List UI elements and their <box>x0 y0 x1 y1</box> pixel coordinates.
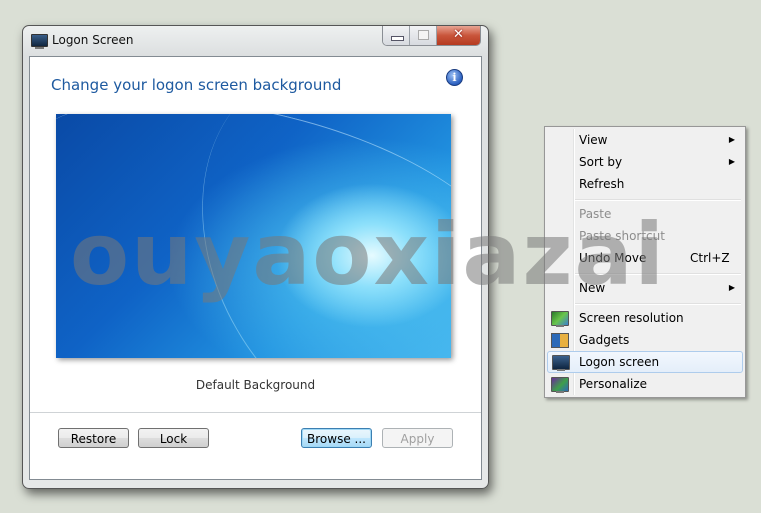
logon-screen-icon <box>552 355 570 371</box>
maximize-icon <box>418 30 429 40</box>
menu-item-label: Logon screen <box>579 355 660 369</box>
menu-item-label: Sort by <box>579 155 623 169</box>
monitor-icon <box>31 34 48 49</box>
menu-item-view[interactable]: View ▶ <box>547 129 743 151</box>
background-preview <box>56 114 451 358</box>
menu-item-label: New <box>579 281 606 295</box>
menu-item-paste[interactable]: Paste <box>547 203 743 225</box>
gadgets-icon <box>551 333 569 348</box>
menu-separator <box>575 273 741 275</box>
menu-item-label: Refresh <box>579 177 625 191</box>
apply-button[interactable]: Apply <box>382 428 453 448</box>
menu-item-screen-resolution[interactable]: Screen resolution <box>547 307 743 329</box>
close-icon: ✕ <box>453 27 464 42</box>
submenu-arrow-icon: ▶ <box>728 283 735 292</box>
maximize-button[interactable] <box>410 26 437 45</box>
desktop-context-menu: View ▶ Sort by ▶ Refresh Paste Paste sho… <box>544 126 746 398</box>
dialog-content: Change your logon screen background i De… <box>29 56 482 480</box>
submenu-arrow-icon: ▶ <box>728 157 735 166</box>
close-button[interactable]: ✕ <box>437 26 480 45</box>
menu-item-refresh[interactable]: Refresh <box>547 173 743 195</box>
menu-item-shortcut: Ctrl+Z <box>690 251 730 265</box>
menu-item-label: Screen resolution <box>579 311 684 325</box>
menu-item-label: Paste shortcut <box>579 229 665 243</box>
submenu-arrow-icon: ▶ <box>728 135 735 144</box>
screen-resolution-icon <box>551 311 569 327</box>
page-title: Change your logon screen background <box>51 76 342 94</box>
menu-item-label: Gadgets <box>579 333 630 347</box>
lock-button[interactable]: Lock <box>138 428 209 448</box>
menu-item-label: Personalize <box>579 377 648 391</box>
menu-item-label: Paste <box>579 207 612 221</box>
divider <box>30 412 481 413</box>
info-icon[interactable]: i <box>446 69 463 86</box>
logon-screen-window: Logon Screen ✕ Change your logon screen … <box>22 25 489 489</box>
minimize-button[interactable] <box>383 26 410 45</box>
personalize-icon <box>551 377 569 393</box>
menu-item-logon-screen[interactable]: Logon screen <box>547 351 743 373</box>
minimize-icon <box>391 36 404 41</box>
menu-item-new[interactable]: New ▶ <box>547 277 743 299</box>
menu-item-label: View <box>579 133 608 147</box>
restore-button[interactable]: Restore <box>58 428 129 448</box>
menu-item-label: Undo Move <box>579 251 647 265</box>
menu-separator <box>575 199 741 201</box>
menu-item-sort-by[interactable]: Sort by ▶ <box>547 151 743 173</box>
preview-caption: Default Background <box>195 378 316 392</box>
window-title: Logon Screen <box>52 33 134 47</box>
menu-item-undo-move[interactable]: Undo Move Ctrl+Z <box>547 247 743 269</box>
menu-item-paste-shortcut[interactable]: Paste shortcut <box>547 225 743 247</box>
menu-separator <box>575 303 741 305</box>
menu-item-gadgets[interactable]: Gadgets <box>547 329 743 351</box>
menu-item-personalize[interactable]: Personalize <box>547 373 743 395</box>
browse-button[interactable]: Browse ... <box>301 428 372 448</box>
window-controls: ✕ <box>382 26 481 46</box>
title-bar[interactable]: Logon Screen ✕ <box>23 26 488 56</box>
